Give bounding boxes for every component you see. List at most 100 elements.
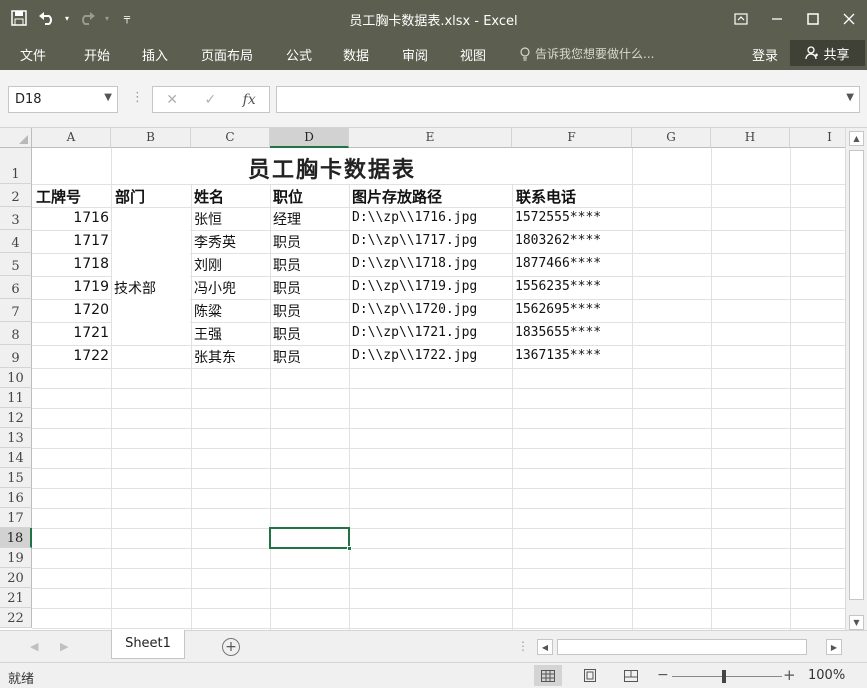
employee-id: 1718 [73, 256, 109, 272]
zoom-slider-thumb[interactable] [722, 670, 726, 683]
column-header-g[interactable]: G [632, 128, 711, 148]
normal-view-icon[interactable] [534, 665, 562, 686]
chevron-down-icon[interactable]: ▼ [104, 92, 112, 103]
row-header-5[interactable]: 5 [0, 253, 32, 276]
scroll-down-icon[interactable]: ▼ [849, 615, 864, 630]
tab-review[interactable]: 审阅 [402, 45, 428, 64]
zoom-slider-track[interactable] [672, 676, 782, 677]
row-header-9[interactable]: 9 [0, 345, 32, 368]
column-header-c[interactable]: C [191, 128, 270, 148]
sheet-tab-sheet1[interactable]: Sheet1 [111, 630, 185, 659]
row-header-6[interactable]: 6 [0, 276, 32, 299]
ribbon-display-options-icon[interactable] [723, 0, 759, 37]
formula-bar-area: D18 ▼ ⋮ ✕ ✓ fx ▼ [0, 70, 867, 128]
zoom-in-icon[interactable]: + [783, 666, 796, 684]
merged-cell-b3-b9[interactable] [112, 208, 190, 345]
row-header-1[interactable]: 1 [0, 148, 32, 184]
gridline [32, 568, 845, 569]
tab-home[interactable]: 开始 [84, 45, 110, 64]
row-header-8[interactable]: 8 [0, 322, 32, 345]
row-header-22[interactable]: 22 [0, 608, 32, 628]
active-cell-selection[interactable] [269, 527, 352, 551]
horizontal-scrollbar[interactable]: ◀ ▶ [537, 639, 843, 655]
row-header-2[interactable]: 2 [0, 184, 32, 207]
name-box[interactable]: D18 ▼ [8, 86, 118, 113]
gridline [32, 345, 845, 346]
row-header-12[interactable]: 12 [0, 408, 32, 428]
close-icon[interactable] [831, 0, 867, 37]
image-path: D:\\zp\\1717.jpg [352, 233, 478, 248]
share-button[interactable]: 共享 [790, 40, 865, 66]
scroll-up-icon[interactable]: ▲ [849, 131, 864, 146]
enter-icon[interactable]: ✓ [204, 92, 216, 108]
tab-page-layout[interactable]: 页面布局 [201, 45, 253, 64]
share-label: 共享 [823, 47, 850, 63]
row-header-21[interactable]: 21 [0, 588, 32, 608]
minimize-icon[interactable] [759, 0, 795, 37]
column-header-b[interactable]: B [111, 128, 191, 148]
select-all-corner[interactable] [0, 128, 32, 148]
row-header-4[interactable]: 4 [0, 230, 32, 253]
column-header-d[interactable]: D [270, 128, 349, 148]
sheet-next-icon[interactable]: ▶ [60, 640, 68, 653]
column-header-f[interactable]: F [512, 128, 632, 148]
gridline [32, 628, 845, 629]
row-header-15[interactable]: 15 [0, 468, 32, 488]
row-header-13[interactable]: 13 [0, 428, 32, 448]
row-header-3[interactable]: 3 [0, 207, 32, 230]
column-header-h[interactable]: H [711, 128, 790, 148]
tab-view[interactable]: 视图 [460, 45, 486, 64]
tab-formulas[interactable]: 公式 [286, 45, 312, 64]
zoom-percent[interactable]: 100% [808, 668, 845, 683]
worksheet-grid[interactable]: A B C D E F G H I 1 2 3 4 5 6 7 8 9 10 1… [0, 128, 867, 630]
status-ready: 就绪 [8, 672, 35, 687]
column-header-e[interactable]: E [349, 128, 512, 148]
employee-position: 职员 [273, 350, 301, 366]
tab-data[interactable]: 数据 [343, 45, 369, 64]
image-path: D:\\zp\\1716.jpg [352, 210, 478, 225]
page-break-view-icon[interactable] [617, 665, 645, 686]
page-layout-view-icon[interactable] [576, 665, 604, 686]
vertical-scrollbar[interactable]: ▲ ▼ [845, 128, 867, 632]
fill-handle[interactable] [347, 546, 352, 551]
insert-function-icon[interactable]: fx [243, 92, 256, 108]
column-header-a[interactable]: A [32, 128, 111, 148]
title-bar: ▾ ▾ ╤ 员工胸卡数据表.xlsx - Excel [0, 0, 867, 37]
horizontal-scroll-thumb[interactable] [557, 639, 807, 655]
row-header-10[interactable]: 10 [0, 368, 32, 388]
phone-number: 1877466**** [515, 256, 602, 271]
gridline [32, 588, 845, 589]
image-path: D:\\zp\\1722.jpg [352, 348, 478, 363]
scroll-left-icon[interactable]: ◀ [537, 639, 553, 655]
row-header-7[interactable]: 7 [0, 299, 32, 322]
formula-input[interactable]: ▼ [276, 86, 860, 113]
gridline [32, 488, 845, 489]
zoom-out-icon[interactable]: − [657, 667, 669, 683]
employee-id: 1722 [73, 348, 109, 364]
tab-file[interactable]: 文件 [20, 45, 46, 64]
maximize-icon[interactable] [795, 0, 831, 37]
row-header-17[interactable]: 17 [0, 508, 32, 528]
add-sheet-icon[interactable]: + [222, 638, 240, 656]
gridline [32, 388, 845, 389]
row-header-19[interactable]: 19 [0, 548, 32, 568]
row-header-16[interactable]: 16 [0, 488, 32, 508]
image-path: D:\\zp\\1718.jpg [352, 256, 478, 271]
row-header-18[interactable]: 18 [0, 528, 32, 548]
tab-insert[interactable]: 插入 [142, 45, 168, 64]
row-header-20[interactable]: 20 [0, 568, 32, 588]
cancel-icon[interactable]: ✕ [166, 92, 178, 108]
login-button[interactable]: 登录 [752, 45, 778, 64]
expand-formula-icon[interactable]: ▼ [846, 92, 854, 103]
vertical-scroll-thumb[interactable] [849, 150, 864, 600]
row-header-11[interactable]: 11 [0, 388, 32, 408]
splitter-dots-icon[interactable]: ⋮ [517, 639, 529, 653]
scroll-right-icon[interactable]: ▶ [826, 639, 842, 655]
row-header-14[interactable]: 14 [0, 448, 32, 468]
gridline [349, 184, 350, 630]
tell-me-box[interactable]: 告诉我您想要做什么... [519, 45, 654, 62]
image-path: D:\\zp\\1719.jpg [352, 279, 478, 294]
splitter-dots-icon[interactable]: ⋮ [131, 90, 144, 105]
department-cell: 技术部 [114, 281, 156, 297]
sheet-prev-icon[interactable]: ◀ [30, 640, 38, 653]
